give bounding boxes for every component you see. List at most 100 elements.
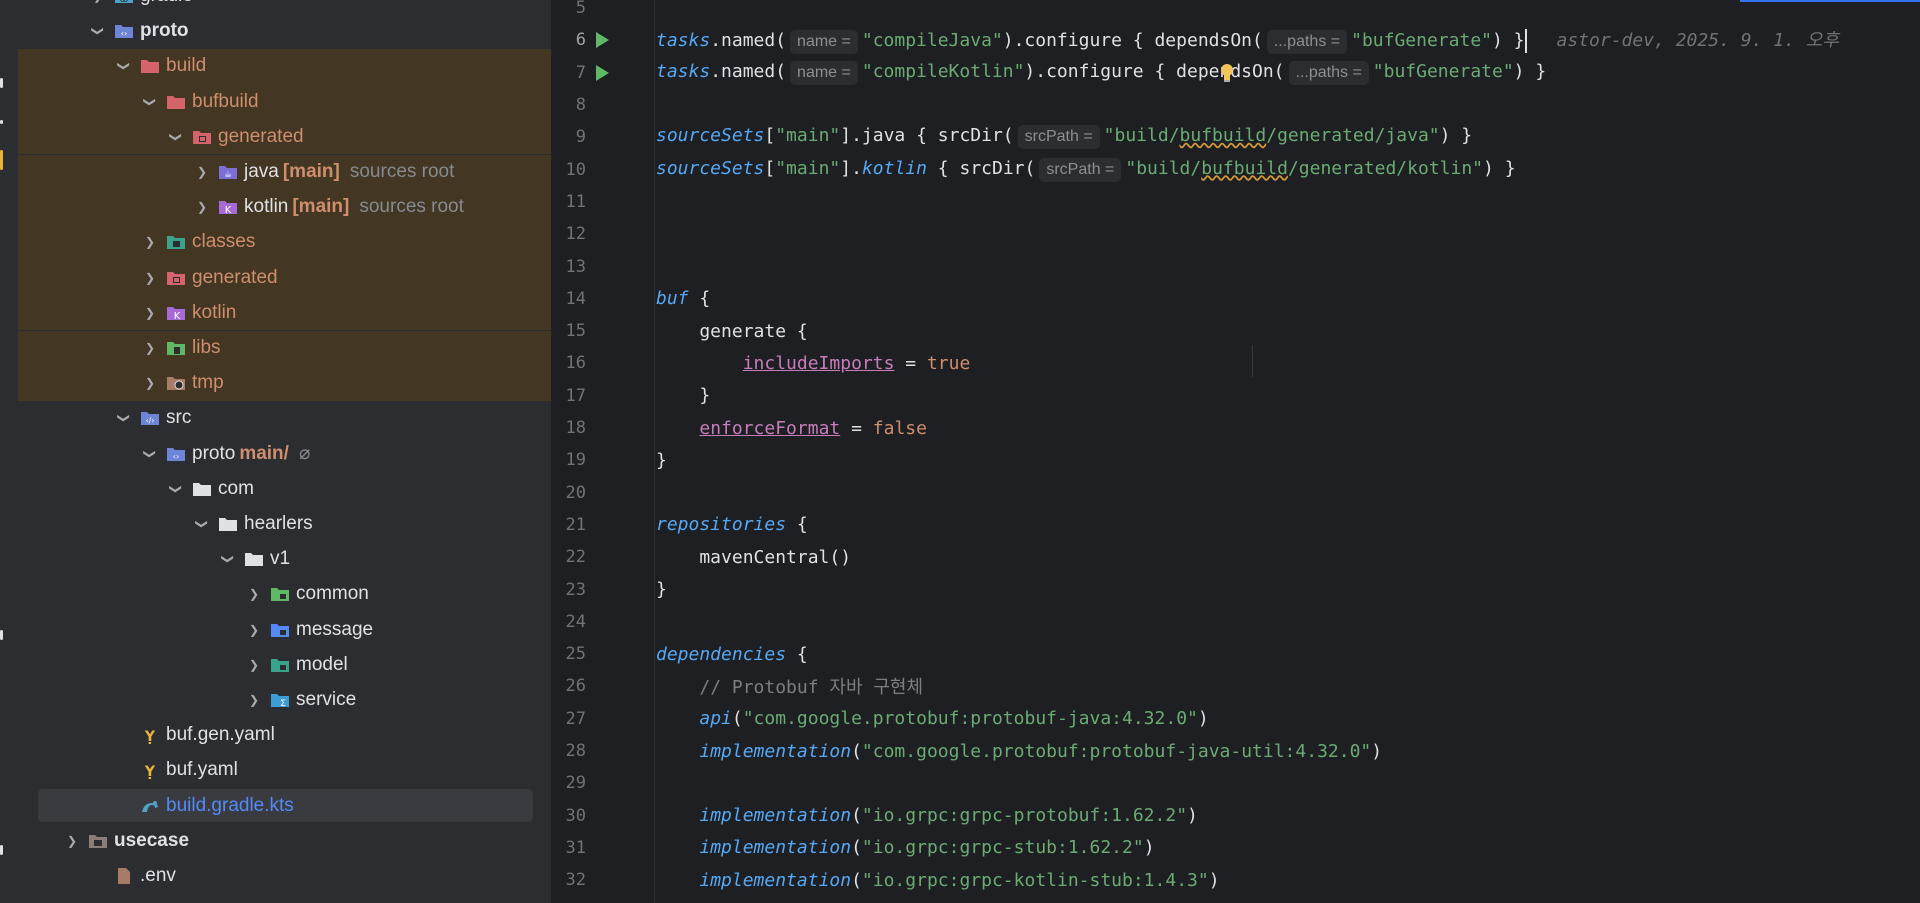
chevron-down-icon[interactable]: ❯ xyxy=(140,92,160,112)
tree-row[interactable]: ❯ tmp xyxy=(18,365,551,401)
tree-row[interactable]: ❯ ꝏ gradle xyxy=(18,0,551,14)
code-line[interactable]: 32 implementation("io.grpc:grpc-kotlin-s… xyxy=(551,864,1920,896)
code-line[interactable]: 22 mavenCentral() xyxy=(551,541,1920,573)
code-line[interactable]: 8 xyxy=(551,89,1920,121)
code-line[interactable]: 12 xyxy=(551,218,1920,250)
tree-row[interactable]: ❯ message xyxy=(18,612,551,647)
chevron-down-icon[interactable]: ❯ xyxy=(218,549,238,569)
code-line[interactable]: 24 xyxy=(551,606,1920,638)
code-line[interactable]: 11 xyxy=(551,186,1920,218)
tree-row[interactable]: ❯ com xyxy=(18,471,551,506)
code-token: dependencies xyxy=(656,643,787,665)
chevron-right-icon[interactable]: ❯ xyxy=(244,655,264,675)
tree-row[interactable]: ❯ generated xyxy=(18,119,551,155)
code-line[interactable]: 9 sourceSets["main"].java { srcDir(srcPat… xyxy=(551,121,1920,153)
line-number: 31 xyxy=(565,837,586,858)
tree-row[interactable]: ❯ Kkotlin [main] sources root xyxy=(18,189,551,225)
code-line[interactable]: 13 xyxy=(551,250,1920,282)
code-line[interactable]: 6 tasks.named(name = "compileJava").config… xyxy=(551,24,1920,56)
code-token: ).configure { dependsOn( xyxy=(1024,60,1285,82)
tree-row[interactable]: ❯ classes xyxy=(18,224,551,261)
chevron-right-icon[interactable]: ❯ xyxy=(140,232,160,252)
tree-row[interactable]: ❯ Σservice xyxy=(18,683,551,718)
excluded-folder-icon xyxy=(140,57,160,75)
tree-row[interactable]: ❯build.gradle.kts xyxy=(18,788,551,823)
code-line[interactable]: 30 implementation("io.grpc:grpc-protobuf… xyxy=(551,800,1920,832)
tree-row[interactable]: ❯.env xyxy=(18,859,551,894)
chevron-right-icon[interactable]: ❯ xyxy=(140,303,160,323)
code-token: ( xyxy=(851,805,862,827)
gradle-kts-file-icon xyxy=(140,797,160,815)
tree-row[interactable]: ❯ ‹› proto main/ ⌀ xyxy=(18,436,551,471)
tree-row-label: libs xyxy=(192,337,221,359)
chevron-right-icon[interactable]: ❯ xyxy=(140,373,160,393)
code-line[interactable]: 26 // Protobuf 자바 구현체 xyxy=(551,670,1920,702)
chevron-right-icon[interactable]: ❯ xyxy=(192,197,212,217)
tree-row[interactable]: ❯ libs xyxy=(18,330,551,366)
code-line[interactable]: 16 includeImports = true xyxy=(551,347,1920,379)
tree-row-label: com xyxy=(218,477,254,499)
chevron-right-icon[interactable]: ❯ xyxy=(140,268,160,288)
code-line[interactable]: 15 generate { xyxy=(551,315,1920,347)
code-line[interactable]: 17 } xyxy=(551,380,1920,412)
code-token: ( xyxy=(851,740,862,762)
chevron-right-icon[interactable]: ❯ xyxy=(88,0,108,6)
chevron-right-icon[interactable]: ❯ xyxy=(62,831,82,851)
chevron-right-icon[interactable]: ❯ xyxy=(140,338,160,358)
code-line[interactable]: 23} xyxy=(551,573,1920,605)
tree-row[interactable]: ❯ ‹› proto xyxy=(18,14,551,49)
chevron-down-icon[interactable]: ❯ xyxy=(140,444,160,464)
chevron-right-icon[interactable]: ❯ xyxy=(244,620,264,640)
code-line[interactable]: 19} xyxy=(551,444,1920,476)
chevron-down-icon[interactable]: ❯ xyxy=(166,127,186,147)
code-line[interactable]: 31 implementation("io.grpc:grpc-stub:1.6… xyxy=(551,832,1920,864)
code-line[interactable]: 10 sourceSets["main"].kotlin { srcDir(src… xyxy=(551,154,1920,186)
chevron-right-icon[interactable]: ❯ xyxy=(244,690,264,710)
code-line[interactable]: 21 repositories { xyxy=(551,509,1920,541)
code-line[interactable]: 20 xyxy=(551,477,1920,509)
chevron-down-icon[interactable]: ❯ xyxy=(114,56,134,76)
code-line[interactable]: 14 buf { xyxy=(551,283,1920,315)
chevron-down-icon[interactable]: ❯ xyxy=(192,514,212,534)
chevron-right-icon[interactable]: ❯ xyxy=(244,584,264,604)
code-line[interactable]: 27 api("com.google.protobuf:protobuf-jav… xyxy=(551,703,1920,735)
chevron-down-icon[interactable]: ❯ xyxy=(114,408,134,428)
tree-row[interactable]: ❯ common xyxy=(18,577,551,612)
tree-row[interactable]: ❯Ỵbuf.yaml xyxy=(18,753,551,788)
code-line[interactable]: 18 enforceFormat = false xyxy=(551,412,1920,444)
yaml-file-icon: Ỵ xyxy=(140,726,160,744)
line-number: 20 xyxy=(565,482,586,503)
chevron-down-icon[interactable]: ❯ xyxy=(88,21,108,41)
tree-row[interactable]: ❯ generated xyxy=(18,260,551,296)
tree-row[interactable]: ❯ usecase xyxy=(18,823,551,858)
tree-row[interactable]: ❯ Kkotlin xyxy=(18,295,551,331)
lightbulb-icon[interactable] xyxy=(1219,63,1235,83)
code-token: .named( xyxy=(710,60,787,82)
svg-text:Ỵ: Ỵ xyxy=(144,764,156,779)
chevron-down-icon[interactable]: ❯ xyxy=(166,479,186,499)
run-gutter-icon[interactable] xyxy=(596,32,609,49)
code-token: ).configure { dependsOn( xyxy=(1002,30,1263,52)
code-token: } xyxy=(656,449,667,471)
line-number: 23 xyxy=(565,579,586,600)
tree-row[interactable]: ❯ model xyxy=(18,647,551,682)
yaml-file-icon: Ỵ xyxy=(140,761,160,779)
project-tree[interactable]: ❯ ꝏ gradle ❯ ‹› proto ❯ build ❯ bufbuild ❯ generate… xyxy=(18,0,551,903)
code-line[interactable]: 28 implementation("com.google.protobuf:p… xyxy=(551,735,1920,767)
tree-row[interactable]: ❯ build xyxy=(18,48,551,85)
svg-text:ꝏ: ꝏ xyxy=(120,0,128,4)
code-token: = xyxy=(840,417,873,439)
run-gutter-icon[interactable] xyxy=(596,64,609,81)
tree-row[interactable]: ❯ v1 xyxy=(18,542,551,577)
code-editor[interactable]: 5 6 tasks.named(name = "compileJava").confi… xyxy=(551,0,1920,903)
code-line[interactable]: 7 tasks.named(name = "compileKotlin").conf… xyxy=(551,57,1920,89)
tree-row[interactable]: ❯ ☕ java [main] sources root xyxy=(18,154,551,190)
code-line[interactable]: 29 xyxy=(551,767,1920,799)
tree-row[interactable]: ❯Ỵbuf.gen.yaml xyxy=(18,718,551,753)
chevron-right-icon[interactable]: ❯ xyxy=(192,162,212,182)
tree-row[interactable]: ❯ hearlers xyxy=(18,507,551,542)
tree-row[interactable]: ❯ bufbuild xyxy=(18,84,551,120)
tree-row[interactable]: ❯ ‹/› src xyxy=(18,401,551,436)
code-line[interactable]: 25 dependencies { xyxy=(551,638,1920,670)
code-line[interactable]: 5 xyxy=(551,0,1920,24)
